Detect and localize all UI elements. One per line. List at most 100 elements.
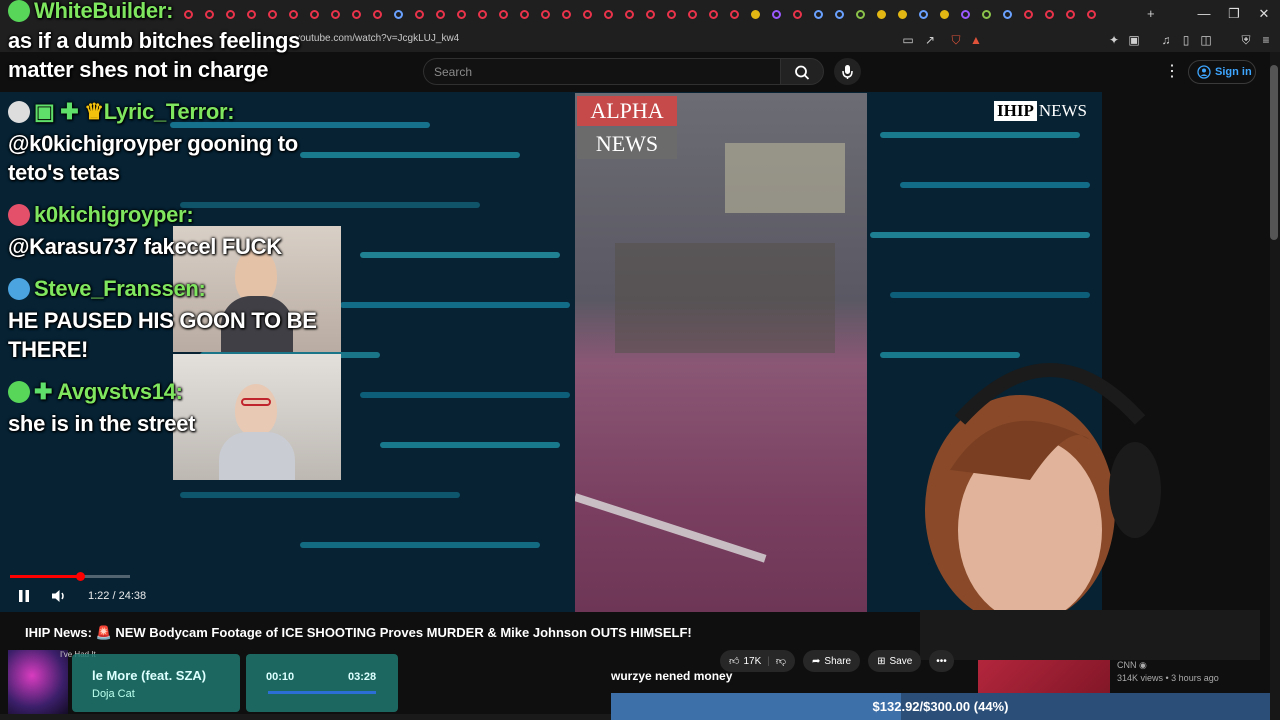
browser-tab[interactable] [768,6,784,22]
browser-tab[interactable] [810,6,826,22]
rewards-icon[interactable]: ▲ [968,32,984,48]
tab-favicon-icon [372,9,382,19]
browser-tab[interactable] [243,6,259,22]
chat-username: Steve_Franssen: [8,276,206,302]
thumbs-down-icon[interactable]: 👎︎ [776,655,786,667]
tab-favicon-icon [225,9,235,19]
browser-tab[interactable] [579,6,595,22]
maximize-button[interactable]: ❐ [1222,4,1246,24]
chat-message: teto's tetas [8,160,120,185]
browser-tab[interactable] [999,6,1015,22]
browser-tab[interactable] [1062,6,1078,22]
browser-tab[interactable] [789,6,805,22]
recommended-channel[interactable]: CNN ◉ [1117,660,1147,671]
browser-tab[interactable] [495,6,511,22]
chat-user-name: WhiteBuilder: [34,0,174,23]
browser-tab[interactable] [369,6,385,22]
save-button[interactable]: ⊞ Save [868,650,922,672]
browser-tab[interactable] [474,6,490,22]
progress-handle[interactable] [76,572,85,581]
tab-favicon-icon [183,9,193,19]
browser-tab[interactable] [936,6,952,22]
browser-tab[interactable] [663,6,679,22]
vpn-icon[interactable]: ⛨ [1238,32,1254,48]
browser-tab[interactable] [432,6,448,22]
browser-tab[interactable] [600,6,616,22]
browser-tab[interactable] [705,6,721,22]
tab-favicon-icon [351,9,361,19]
share-icon[interactable]: ↗ [922,32,938,48]
brave-shield-icon[interactable]: ⛉ [948,32,964,48]
browser-tab[interactable] [201,6,217,22]
alpha-news-logo-bottom: NEWS [577,128,677,159]
browser-tab[interactable] [516,6,532,22]
new-tab-button[interactable]: + [1147,6,1155,21]
scrollbar-thumb[interactable] [1270,65,1278,240]
browser-tab[interactable] [411,6,427,22]
progress-fill [10,575,80,578]
search-input[interactable] [423,58,780,85]
more-actions-button[interactable]: ••• [929,650,954,672]
extensions-icon[interactable]: ✦ [1106,32,1122,48]
browser-tab[interactable] [747,6,763,22]
browser-tab[interactable] [684,6,700,22]
minimize-button[interactable]: — [1192,4,1216,24]
reader-icon[interactable]: ▣ [1126,32,1142,48]
share-button[interactable]: ➦ Share [803,650,861,672]
browser-tab[interactable] [558,6,574,22]
browser-tab[interactable] [894,6,910,22]
chat-message: matter shes not in charge [8,57,269,82]
screenshot-icon[interactable]: ▭ [900,32,916,48]
browser-tab[interactable] [1041,6,1057,22]
tab-favicon-icon [1044,9,1054,19]
browser-tab[interactable] [726,6,742,22]
browser-tab[interactable] [642,6,658,22]
sidebar-icon[interactable]: ▯ [1178,32,1194,48]
browser-tab[interactable] [1083,6,1099,22]
browser-tab[interactable] [285,6,301,22]
browser-tab[interactable] [537,6,553,22]
ihip-logo-news: NEWS [1038,101,1088,120]
browser-tab[interactable] [222,6,238,22]
close-window-button[interactable]: ✕ [1252,4,1276,24]
pause-button[interactable] [16,588,32,604]
gift-icon: ▣ ✚ [34,99,85,124]
url-text[interactable]: youtube.com/watch?v=JcgkLUJ_kw4 [295,33,459,44]
browser-tab[interactable] [978,6,994,22]
settings-menu-icon[interactable]: ⋮ [1164,62,1180,82]
volume-button[interactable] [50,588,68,604]
tab-favicon-icon [666,9,676,19]
chat-user-name: Avgvstvs14: [57,379,183,404]
browser-tab[interactable] [180,6,196,22]
music-icon[interactable]: ♫ [1158,32,1174,48]
browser-tab[interactable] [453,6,469,22]
browser-tab[interactable] [327,6,343,22]
voice-search-button[interactable] [834,58,861,85]
browser-tab[interactable] [264,6,280,22]
search-button[interactable] [780,58,824,85]
browser-tab[interactable] [915,6,931,22]
browser-tab[interactable] [621,6,637,22]
sign-in-button[interactable]: Sign in [1188,60,1256,84]
browser-tab[interactable] [1020,6,1036,22]
browser-menu-icon[interactable]: ≡ [1258,32,1274,48]
video-actions: 👍︎ 17K | 👎︎ ➦ Share ⊞ Save ••• [720,650,954,672]
browser-tab[interactable] [306,6,322,22]
tab-favicon-icon [603,9,613,19]
browser-tab[interactable] [348,6,364,22]
share-label: Share [824,655,852,667]
tab-favicon-icon [414,9,424,19]
tab-strip[interactable] [180,6,1099,22]
browser-tab[interactable] [831,6,847,22]
browser-tab[interactable] [873,6,889,22]
chat-username: k0kichigroyper: [8,202,194,228]
song-duration: 03:28 [348,671,377,683]
wallet-icon[interactable]: ◫ [1198,32,1214,48]
browser-tab[interactable] [390,6,406,22]
plus-badge-icon: ✚ [34,379,58,404]
album-art [8,650,68,714]
browser-tab[interactable] [852,6,868,22]
browser-tab[interactable] [957,6,973,22]
tab-favicon-icon [267,9,277,19]
bodycam-footage [575,93,867,612]
